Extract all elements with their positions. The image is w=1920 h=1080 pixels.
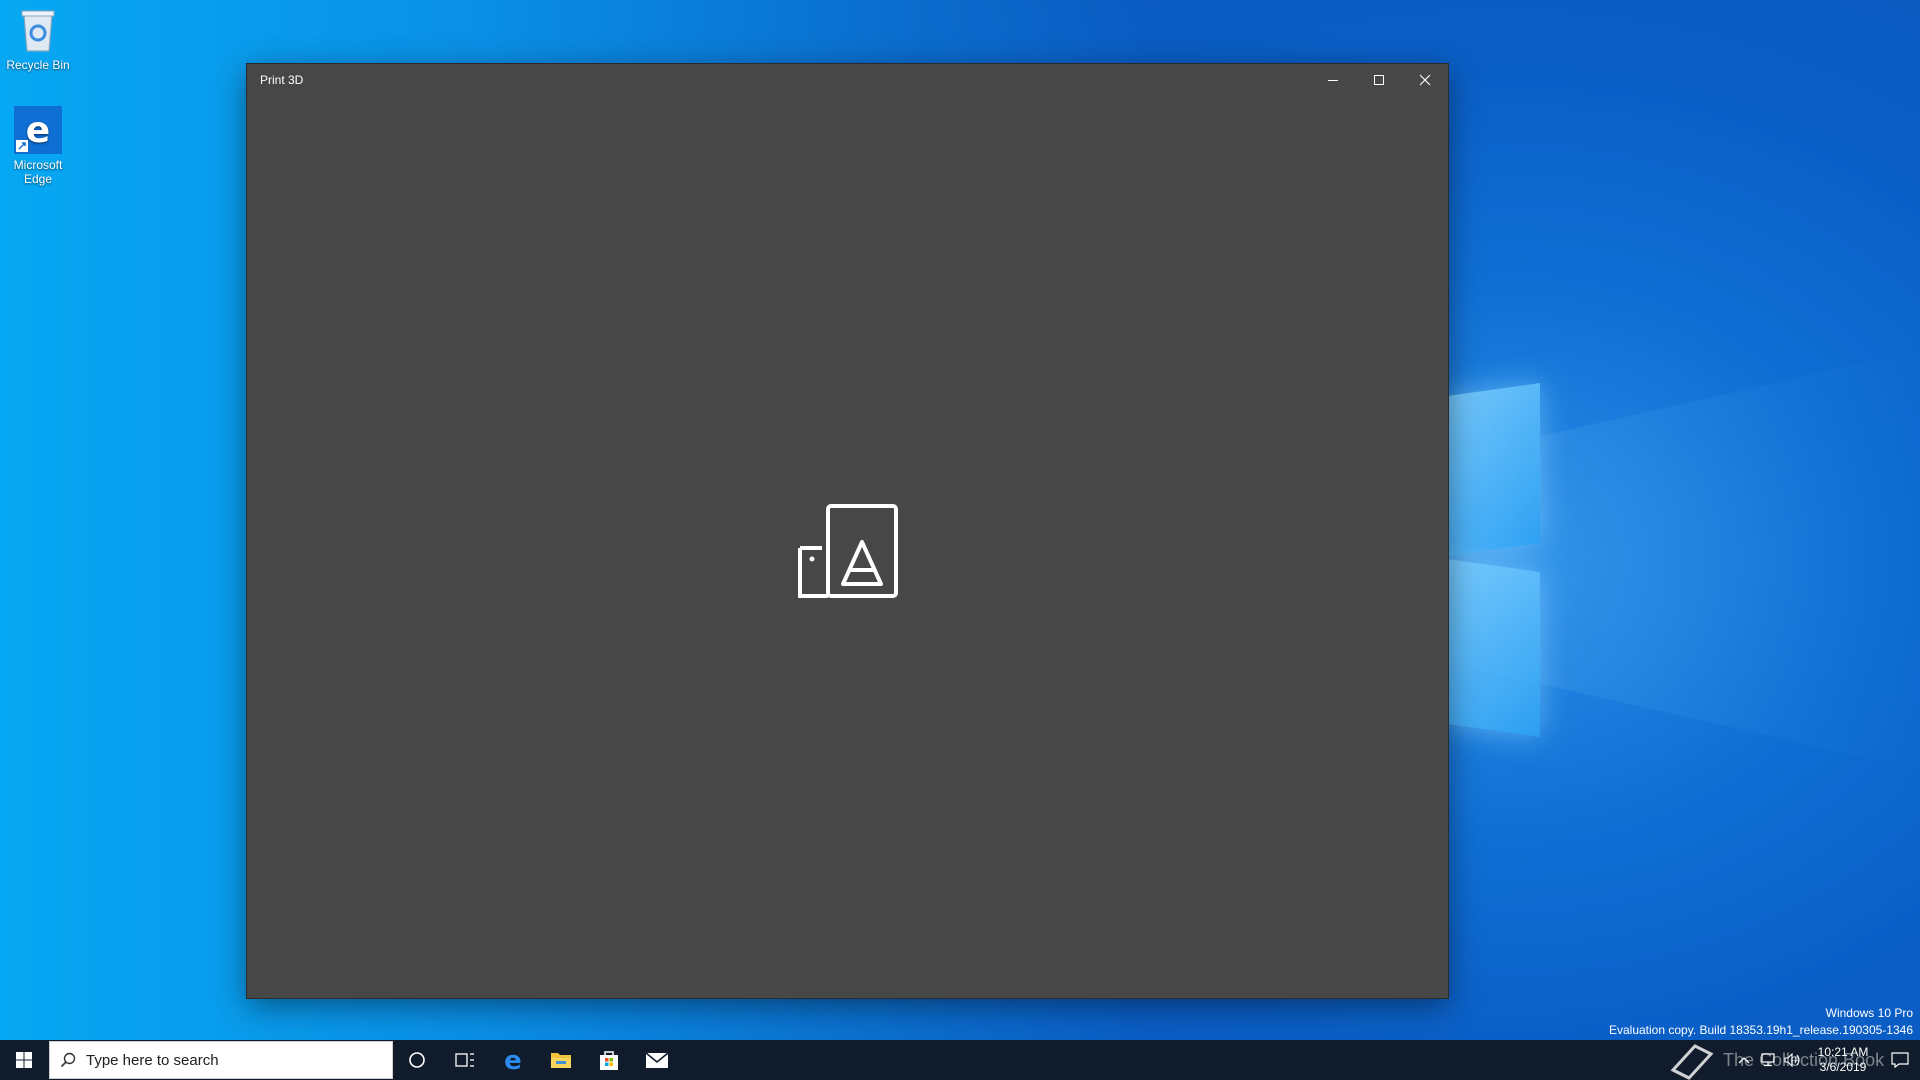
desktop-icon-recycle-bin[interactable]: Recycle Bin (0, 6, 76, 72)
search-placeholder: Type here to search (86, 1051, 219, 1069)
store-button[interactable] (585, 1040, 633, 1080)
mail-button[interactable] (633, 1040, 681, 1080)
close-button[interactable] (1402, 64, 1448, 96)
cortana-icon (409, 1052, 425, 1068)
task-view-icon (455, 1053, 474, 1067)
desktop-icon-label: Microsoft Edge (13, 158, 63, 186)
search-box[interactable]: Type here to search (49, 1041, 393, 1079)
minimize-icon (1328, 80, 1338, 81)
windows-watermark: Windows 10 Pro Evaluation copy. Build 18… (1609, 1005, 1913, 1039)
brand-overlay: The Collection Book (1665, 1040, 1884, 1080)
taskbar: Type here to search e 10:21 AM 3/6/2019 (0, 1040, 1920, 1080)
print-3d-icon (798, 504, 900, 605)
action-center-icon (1891, 1052, 1909, 1068)
close-icon (1419, 74, 1431, 86)
watermark-build: Evaluation copy. Build 18353.19h1_releas… (1608, 1023, 1913, 1037)
maximize-icon (1374, 75, 1384, 85)
edge-icon: e (14, 106, 62, 154)
taskbar-edge-button[interactable]: e (489, 1040, 537, 1080)
svg-text:e: e (504, 1048, 522, 1072)
windows-start-icon (16, 1052, 32, 1068)
file-explorer-icon (551, 1053, 571, 1068)
window-title: Print 3D (260, 73, 304, 87)
search-icon (50, 1052, 86, 1068)
start-button[interactable] (0, 1040, 48, 1080)
brand-text: The Collection Book (1723, 1049, 1885, 1070)
file-explorer-button[interactable] (537, 1040, 585, 1080)
action-center-button[interactable] (1880, 1040, 1920, 1080)
store-icon (600, 1051, 618, 1070)
maximize-button[interactable] (1356, 64, 1402, 96)
svg-text:e: e (26, 110, 50, 151)
print-3d-window: Print 3D (247, 64, 1448, 998)
edge-icon: e (504, 1048, 522, 1072)
window-titlebar[interactable]: Print 3D (247, 64, 1448, 96)
cortana-button[interactable] (393, 1040, 441, 1080)
recycle-bin-icon (14, 6, 62, 54)
minimize-button[interactable] (1310, 64, 1356, 96)
book-logo-icon (1670, 1044, 1714, 1080)
mail-icon (645, 1052, 669, 1068)
desktop-icon-label: Recycle Bin (6, 58, 70, 72)
watermark-edition: Windows 10 Pro (1825, 1006, 1913, 1020)
task-view-button[interactable] (441, 1040, 489, 1080)
desktop-icon-edge[interactable]: e Microsoft Edge (0, 106, 76, 186)
